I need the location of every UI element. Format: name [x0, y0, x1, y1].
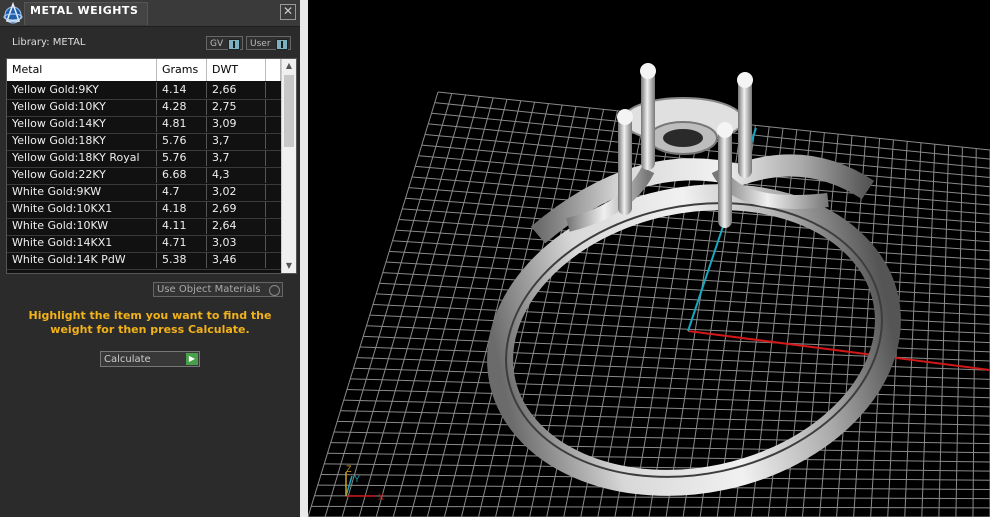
gizmo-x-label: X: [378, 492, 384, 502]
panel-splitter[interactable]: [300, 0, 308, 517]
table-row[interactable]: White Gold:10KW 4.11 2,64: [7, 218, 281, 236]
toggle-knob-icon: [276, 39, 288, 50]
use-object-materials-checkbox[interactable]: Use Object Materials: [153, 282, 283, 297]
viewport-canvas: X Y Z: [308, 63, 990, 517]
table-row[interactable]: White Gold:9KW 4.7 3,02: [7, 184, 281, 202]
column-header-blank: [266, 59, 281, 81]
title-tab: METAL WEIGHTS: [24, 2, 148, 25]
dwt-cell: 3,7: [207, 133, 266, 149]
3d-viewport[interactable]: X Y Z: [308, 0, 990, 517]
scroll-up-icon[interactable]: ▲: [284, 61, 294, 71]
grams-cell: 4.18: [157, 201, 207, 217]
grams-cell: 5.76: [157, 150, 207, 166]
gv-toggle-label: GV: [210, 39, 224, 49]
dwt-cell: 2,75: [207, 99, 266, 115]
toggle-knob-icon: [228, 39, 240, 50]
grams-cell: 5.38: [157, 252, 207, 268]
dwt-cell: 3,46: [207, 252, 266, 268]
table-row[interactable]: White Gold:10KX1 4.18 2,69: [7, 201, 281, 219]
dwt-cell: 3,7: [207, 150, 266, 166]
use-object-materials-label: Use Object Materials: [157, 284, 261, 295]
table-row[interactable]: Yellow Gold:22KY 6.68 4,3: [7, 167, 281, 185]
dwt-cell: 3,02: [207, 184, 266, 200]
metal-cell: Yellow Gold:14KY: [7, 116, 157, 132]
grams-cell: 4.7: [157, 184, 207, 200]
user-toggle[interactable]: User: [246, 36, 291, 50]
grams-cell: 4.11: [157, 218, 207, 234]
table-header: Metal Grams DWT: [7, 59, 281, 81]
grams-cell: 6.68: [157, 167, 207, 183]
metal-cell: Yellow Gold:10KY: [7, 99, 157, 115]
grams-cell: 5.76: [157, 133, 207, 149]
metal-weights-panel: METAL WEIGHTS ✕ Library: METAL GV User M…: [0, 0, 300, 517]
metal-cell: White Gold:14KX1: [7, 235, 157, 251]
scroll-down-icon[interactable]: ▼: [284, 261, 294, 271]
play-arrow-icon: ▶: [186, 353, 198, 365]
metal-cell: White Gold:10KW: [7, 218, 157, 234]
metal-cell: White Gold:14K PdW: [7, 252, 157, 268]
close-icon: ✕: [282, 4, 294, 18]
table-row[interactable]: White Gold:14K PdW 5.38 3,46: [7, 252, 281, 270]
column-header-dwt[interactable]: DWT: [207, 59, 266, 81]
grams-cell: 4.81: [157, 116, 207, 132]
gizmo-z-label: Z: [346, 464, 352, 474]
table-row[interactable]: Yellow Gold:9KY 4.14 2,66: [7, 82, 281, 100]
metal-cell: Yellow Gold:9KY: [7, 82, 157, 98]
table-row[interactable]: Yellow Gold:10KY 4.28 2,75: [7, 99, 281, 117]
calculate-label: Calculate: [104, 354, 151, 365]
metal-cell: Yellow Gold:18KY: [7, 133, 157, 149]
dwt-cell: 2,66: [207, 82, 266, 98]
table-row[interactable]: Yellow Gold:18KY Royal 5.76 3,7: [7, 150, 281, 168]
metal-table: Metal Grams DWT Yellow Gold:9KY 4.14 2,6…: [6, 58, 297, 274]
user-toggle-label: User: [250, 39, 271, 49]
close-button[interactable]: ✕: [280, 4, 296, 20]
metal-cell: Yellow Gold:22KY: [7, 167, 157, 183]
gizmo-y-label: Y: [354, 474, 360, 484]
table-scrollbar[interactable]: ▲ ▼: [281, 59, 296, 273]
dwt-cell: 3,09: [207, 116, 266, 132]
checkbox-circle-icon: [269, 285, 280, 296]
table-row[interactable]: White Gold:14KX1 4.71 3,03: [7, 235, 281, 253]
table-row[interactable]: Yellow Gold:14KY 4.81 3,09: [7, 116, 281, 134]
app-logo-icon: [3, 2, 23, 24]
title-bar: METAL WEIGHTS ✕: [0, 0, 300, 27]
instruction-text: Highlight the item you want to find the …: [28, 309, 272, 336]
dwt-cell: 2,64: [207, 218, 266, 234]
metal-cell: White Gold:10KX1: [7, 201, 157, 217]
gv-toggle[interactable]: GV: [206, 36, 243, 50]
metal-cell: White Gold:9KW: [7, 184, 157, 200]
panel-title: METAL WEIGHTS: [30, 4, 139, 17]
grams-cell: 4.71: [157, 235, 207, 251]
library-label: Library: METAL: [12, 37, 86, 48]
column-header-metal[interactable]: Metal: [7, 59, 157, 81]
table-row[interactable]: Yellow Gold:18KY 5.76 3,7: [7, 133, 281, 151]
dwt-cell: 3,03: [207, 235, 266, 251]
dwt-cell: 2,69: [207, 201, 266, 217]
column-header-grams[interactable]: Grams: [157, 59, 207, 81]
dwt-cell: 4,3: [207, 167, 266, 183]
metal-cell: Yellow Gold:18KY Royal: [7, 150, 157, 166]
grams-cell: 4.28: [157, 99, 207, 115]
grams-cell: 4.14: [157, 82, 207, 98]
scroll-thumb[interactable]: [284, 75, 294, 147]
calculate-button[interactable]: Calculate ▶: [100, 351, 200, 367]
